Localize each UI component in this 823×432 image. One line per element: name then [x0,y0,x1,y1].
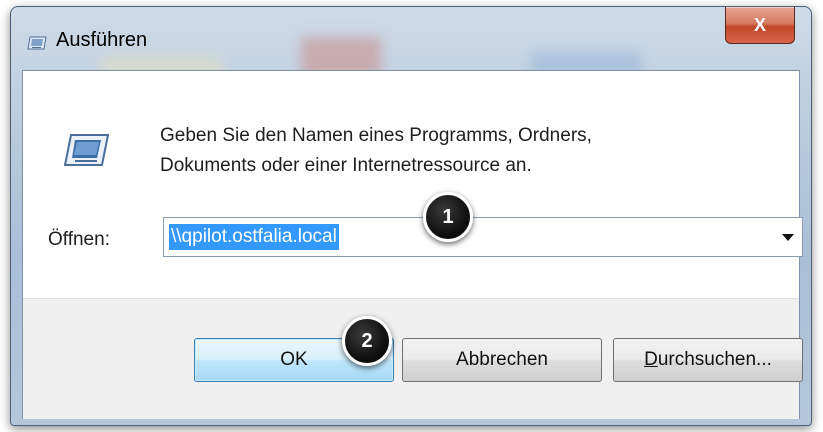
run-icon [63,134,109,166]
open-input[interactable]: \\qpilot.ostfalia.local [169,224,339,250]
browse-label: urchsuchen... [657,349,772,370]
description-line: Geben Sie den Namen eines Programms, Ord… [160,125,592,146]
dropdown-arrow-icon[interactable] [782,234,794,241]
dialog-description: Geben Sie den Namen eines Programms, Ord… [160,121,592,181]
run-dialog-window: Ausführen X Geben Sie den Namen eines Pr… [10,6,812,426]
open-combobox[interactable]: \\qpilot.ostfalia.local [163,217,803,257]
window-title: Ausführen [56,29,148,51]
run-small-icon [27,36,47,50]
dialog-body: Geben Sie den Namen eines Programms, Ord… [22,70,803,419]
close-button[interactable]: X [725,7,795,44]
cancel-button[interactable]: Abbrechen [402,338,602,382]
browse-button[interactable]: Durchsuchen... [613,338,803,382]
step-marker-2: 2 [342,316,392,366]
description-line: Dokuments oder einer Internetressource a… [160,155,532,176]
close-icon: X [753,14,766,35]
open-label: Öffnen: [48,229,110,250]
browse-mnemonic: D [644,349,658,370]
step-marker-1: 1 [423,192,473,242]
